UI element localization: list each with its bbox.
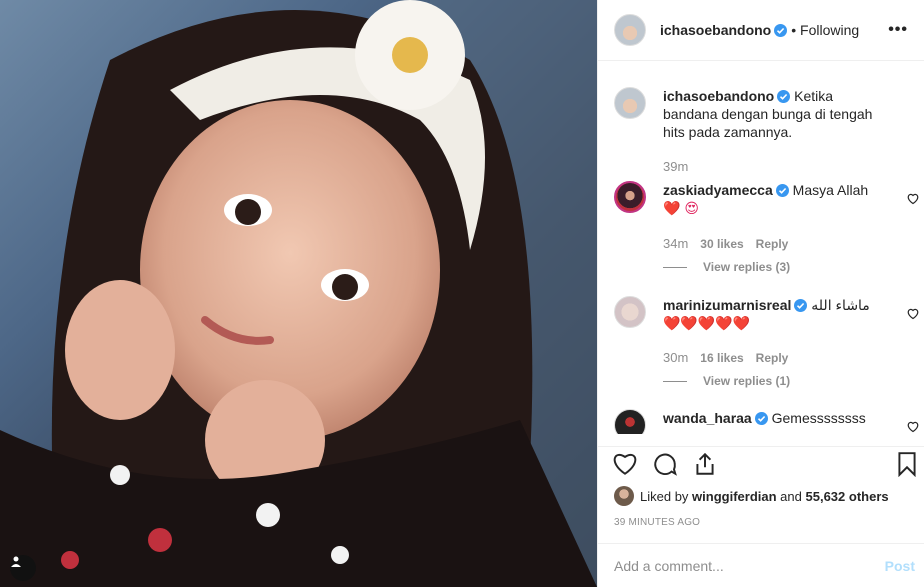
post-sidebar: ichasoebandono • Following ••• ichasoeba… [597, 0, 924, 587]
post-photo[interactable] [0, 0, 597, 587]
post-button[interactable]: Post [885, 558, 915, 574]
liker-username[interactable]: winggiferdian [692, 489, 777, 504]
save-bookmark-icon[interactable] [894, 451, 920, 477]
view-replies-button[interactable]: View replies (1) [663, 374, 790, 388]
commenter-avatar[interactable] [614, 296, 646, 328]
verified-icon [775, 184, 789, 197]
comment-text: Gemessssssss [771, 410, 866, 426]
reply-button[interactable]: Reply [756, 237, 789, 251]
like-heart-icon[interactable] [612, 451, 638, 477]
like-comment-heart-icon[interactable] [907, 193, 919, 205]
comment-emoji: ❤️❤️❤️❤️❤️ [663, 315, 751, 331]
liker-avatar[interactable] [614, 486, 634, 506]
action-bar [598, 446, 924, 482]
comment-input[interactable]: Add a comment... [614, 558, 724, 574]
comment-username[interactable]: marinizumarnisreal [663, 297, 791, 313]
following-status[interactable]: • Following [791, 22, 859, 38]
photo-illustration [0, 0, 597, 587]
post-header: ichasoebandono • Following ••• [598, 0, 924, 61]
comment-bubble-icon[interactable] [652, 451, 678, 477]
likes-count[interactable]: 55,632 others [806, 489, 889, 504]
comment-username[interactable]: wanda_haraa [663, 410, 752, 426]
add-comment-bar: Add a comment... Post [598, 543, 924, 587]
verified-icon [777, 90, 791, 103]
caption-time: 39m [663, 159, 689, 174]
share-icon[interactable] [692, 451, 718, 477]
caption-username[interactable]: ichasoebandono [663, 88, 774, 104]
like-comment-heart-icon[interactable] [907, 421, 919, 433]
more-options-icon[interactable]: ••• [888, 21, 908, 39]
likes-summary: Liked by winggiferdian and 55,632 others [614, 486, 889, 506]
comment-username[interactable]: zaskiadyamecca [663, 182, 773, 198]
verified-icon [754, 412, 768, 425]
reply-button[interactable]: Reply [756, 351, 789, 365]
verified-icon [794, 299, 808, 312]
comment-likes[interactable]: 30 likes [700, 237, 743, 251]
likes-and: and [780, 488, 802, 504]
view-replies-button[interactable]: View replies (3) [663, 260, 790, 274]
user-tag-icon[interactable] [10, 555, 36, 581]
author-avatar[interactable] [614, 14, 646, 46]
comment-text: ماشاء الله [811, 297, 870, 313]
likes-prefix: Liked by [640, 488, 689, 504]
author-avatar[interactable] [614, 87, 646, 119]
verified-icon [774, 23, 788, 37]
comment-text: Masya Allah [792, 182, 869, 198]
post-timestamp: 39 MINUTES AGO [614, 517, 701, 528]
commenter-avatar[interactable] [614, 409, 646, 434]
author-username[interactable]: ichasoebandono [660, 22, 771, 38]
comment-time: 30m [663, 350, 689, 365]
comments-list: ichasoebandono Ketika bandana dengan bun… [598, 62, 924, 434]
like-comment-heart-icon[interactable] [907, 308, 919, 320]
comment-likes[interactable]: 16 likes [700, 351, 743, 365]
comment-time: 34m [663, 236, 689, 251]
commenter-avatar[interactable] [614, 181, 646, 213]
comment-emoji: ❤️ 😍 [663, 200, 699, 216]
